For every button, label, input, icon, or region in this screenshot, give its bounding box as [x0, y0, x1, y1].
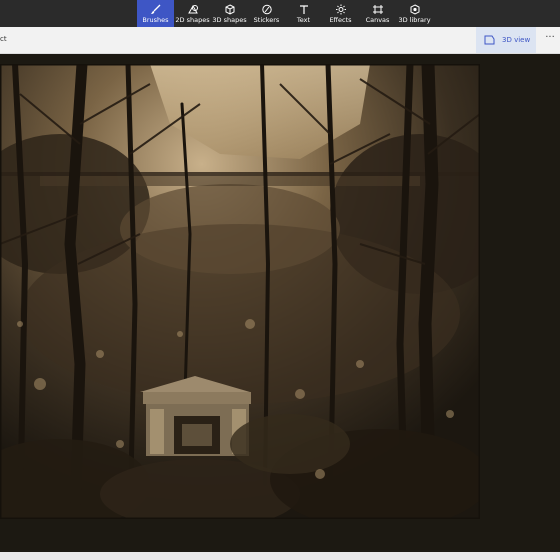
- canvas-label: Canvas: [365, 16, 390, 24]
- brushes-label: Brushes: [142, 16, 169, 24]
- 3d-library-label: 3D library: [398, 16, 431, 24]
- text-icon: [299, 5, 308, 14]
- 2d-shapes-tool[interactable]: 2D shapes: [174, 0, 211, 27]
- canvas-photo: [0, 64, 480, 519]
- canvas-icon: [372, 5, 383, 14]
- 3d-shapes-tool[interactable]: 3D shapes: [211, 0, 248, 27]
- stickers-icon: [261, 4, 272, 15]
- canvas-tool[interactable]: Canvas: [359, 0, 396, 27]
- 3d-shapes-label: 3D shapes: [212, 16, 247, 24]
- 3d-shapes-icon: [225, 4, 234, 15]
- top-toolbar: Brushes 2D shapes 3D shapes Stickers Tex…: [0, 0, 560, 27]
- effects-tool[interactable]: Effects: [322, 0, 359, 27]
- workspace: [0, 54, 560, 552]
- stickers-label: Stickers: [253, 16, 280, 24]
- 3d-view-label: 3D view: [502, 36, 531, 44]
- text-label: Text: [296, 16, 311, 24]
- text-tool[interactable]: Text: [285, 0, 322, 27]
- status-bar: [0, 552, 560, 560]
- brushes-tool[interactable]: Brushes: [137, 0, 174, 27]
- 3d-view-icon: [484, 35, 495, 45]
- drawing-canvas[interactable]: [0, 64, 480, 519]
- more-options-button[interactable]: ···: [543, 33, 557, 45]
- truncated-toolbar-text[interactable]: ct: [0, 35, 7, 43]
- effects-icon: [335, 4, 346, 15]
- 3d-library-icon: [410, 4, 419, 15]
- brush-icon: [150, 4, 160, 14]
- 2d-shapes-icon: [187, 4, 198, 14]
- 3d-view-button[interactable]: 3D view: [476, 27, 536, 53]
- 2d-shapes-label: 2D shapes: [175, 16, 210, 24]
- 3d-library-tool[interactable]: 3D library: [396, 0, 433, 27]
- effects-label: Effects: [329, 16, 352, 24]
- stickers-tool[interactable]: Stickers: [248, 0, 285, 27]
